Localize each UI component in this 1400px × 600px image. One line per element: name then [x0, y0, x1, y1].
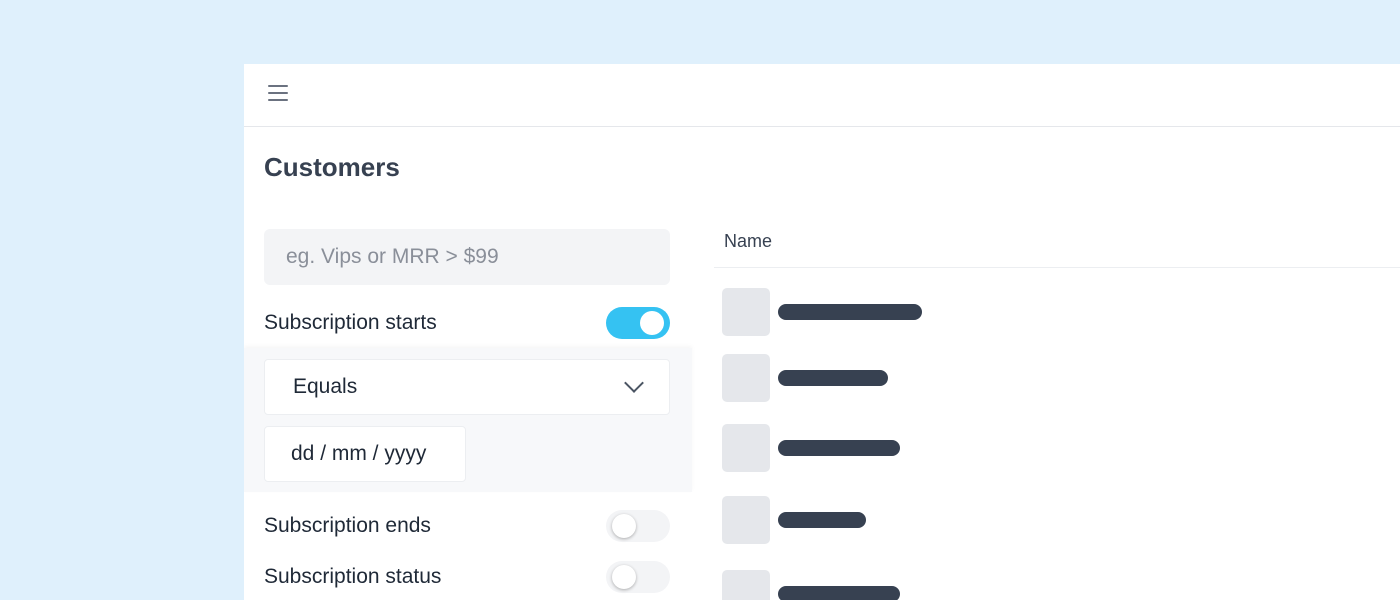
avatar [722, 288, 770, 336]
toggle-knob [612, 514, 636, 538]
page-title: Customers [264, 152, 400, 182]
chevron-down-icon [624, 373, 644, 393]
filter-subscription-ends: Subscription ends [264, 510, 670, 542]
avatar [722, 424, 770, 472]
toggle-knob [612, 565, 636, 589]
subscription-starts-toggle[interactable] [606, 307, 670, 339]
name-placeholder-bar [778, 370, 888, 386]
name-placeholder-bar [778, 512, 866, 528]
name-placeholder-bar [778, 304, 922, 320]
app-window: Customers Subscription starts Equals dd … [244, 64, 1400, 600]
filter-label: Subscription ends [264, 514, 431, 537]
filter-label: Subscription starts [264, 311, 437, 334]
name-placeholder-bar [778, 586, 900, 600]
condition-select[interactable]: Equals [264, 359, 670, 415]
avatar [722, 354, 770, 402]
avatar [722, 570, 770, 600]
date-input[interactable]: dd / mm / yyyy [264, 426, 466, 482]
date-placeholder: dd / mm / yyyy [291, 442, 427, 465]
hamburger-menu-icon[interactable] [266, 85, 290, 105]
name-placeholder-bar [778, 440, 900, 456]
filter-subscription-status: Subscription status [264, 561, 670, 593]
condition-select-value: Equals [293, 375, 358, 398]
column-header-name[interactable]: Name [724, 231, 772, 252]
table-row[interactable] [722, 288, 1322, 336]
table-row[interactable] [722, 424, 1322, 472]
subscription-ends-toggle[interactable] [606, 510, 670, 542]
table-row[interactable] [722, 570, 1322, 600]
filter-subscription-starts: Subscription starts [264, 307, 670, 339]
toggle-knob [640, 311, 664, 335]
top-bar [244, 64, 1400, 127]
avatar [722, 496, 770, 544]
filter-options-panel: Equals dd / mm / yyyy [244, 348, 692, 492]
table-row[interactable] [722, 496, 1322, 544]
subscription-status-toggle[interactable] [606, 561, 670, 593]
table-row[interactable] [722, 354, 1322, 402]
search-input[interactable] [264, 229, 670, 285]
table-header: Name [714, 214, 1400, 268]
filter-label: Subscription status [264, 565, 442, 588]
